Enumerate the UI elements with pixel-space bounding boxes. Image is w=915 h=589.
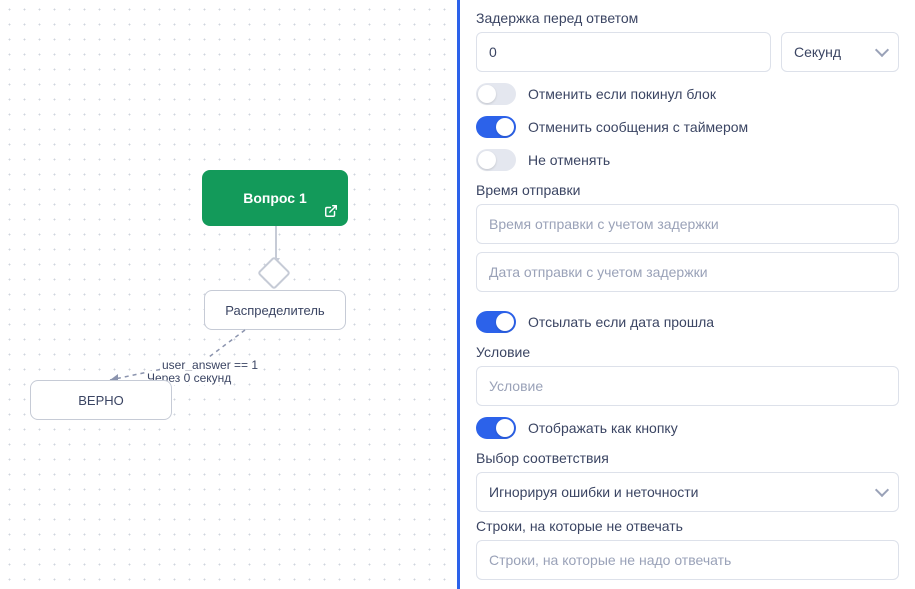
- node-question[interactable]: Вопрос 1: [202, 170, 348, 226]
- edge-condition-label: user_answer == 1: [160, 358, 260, 372]
- delay-unit-select[interactable]: Секунд: [781, 32, 899, 72]
- delay-input[interactable]: [476, 32, 771, 72]
- toggle-send-if-past[interactable]: [476, 311, 516, 333]
- toggle-no-cancel[interactable]: [476, 149, 516, 171]
- send-time-label: Время отправки: [476, 182, 899, 198]
- edge-line: [275, 226, 277, 261]
- condition-label: Условие: [476, 344, 899, 360]
- toggle-show-as-button-label: Отображать как кнопку: [528, 420, 678, 436]
- ignore-lines-label: Строки, на которые не отвечать: [476, 518, 899, 534]
- toggle-cancel-timer-label: Отменить сообщения с таймером: [528, 119, 748, 135]
- node-distributor-label: Распределитель: [225, 303, 324, 318]
- toggle-no-cancel-label: Не отменять: [528, 152, 610, 168]
- node-correct[interactable]: ВЕРНО: [30, 380, 172, 420]
- toggle-cancel-leave[interactable]: [476, 83, 516, 105]
- flow-canvas[interactable]: Вопрос 1 Распределитель user_answer == 1…: [0, 0, 457, 589]
- node-question-label: Вопрос 1: [243, 190, 307, 206]
- node-decision-diamond[interactable]: [262, 261, 286, 285]
- toggle-cancel-timer[interactable]: [476, 116, 516, 138]
- delay-label: Задержка перед ответом: [476, 10, 899, 26]
- send-time-input[interactable]: [476, 204, 899, 244]
- match-select[interactable]: Игнорируя ошибки и неточности: [476, 472, 899, 512]
- settings-panel: Задержка перед ответом Секунд Отменить е…: [457, 0, 915, 589]
- external-link-icon[interactable]: [324, 204, 338, 218]
- toggle-cancel-leave-label: Отменить если покинул блок: [528, 86, 716, 102]
- node-distributor[interactable]: Распределитель: [204, 290, 346, 330]
- toggle-send-if-past-label: Отсылать если дата прошла: [528, 314, 714, 330]
- toggle-show-as-button[interactable]: [476, 417, 516, 439]
- node-correct-label: ВЕРНО: [78, 393, 124, 408]
- send-date-input[interactable]: [476, 252, 899, 292]
- condition-input[interactable]: [476, 366, 899, 406]
- ignore-lines-input[interactable]: [476, 540, 899, 580]
- match-select-label: Выбор соответствия: [476, 450, 899, 466]
